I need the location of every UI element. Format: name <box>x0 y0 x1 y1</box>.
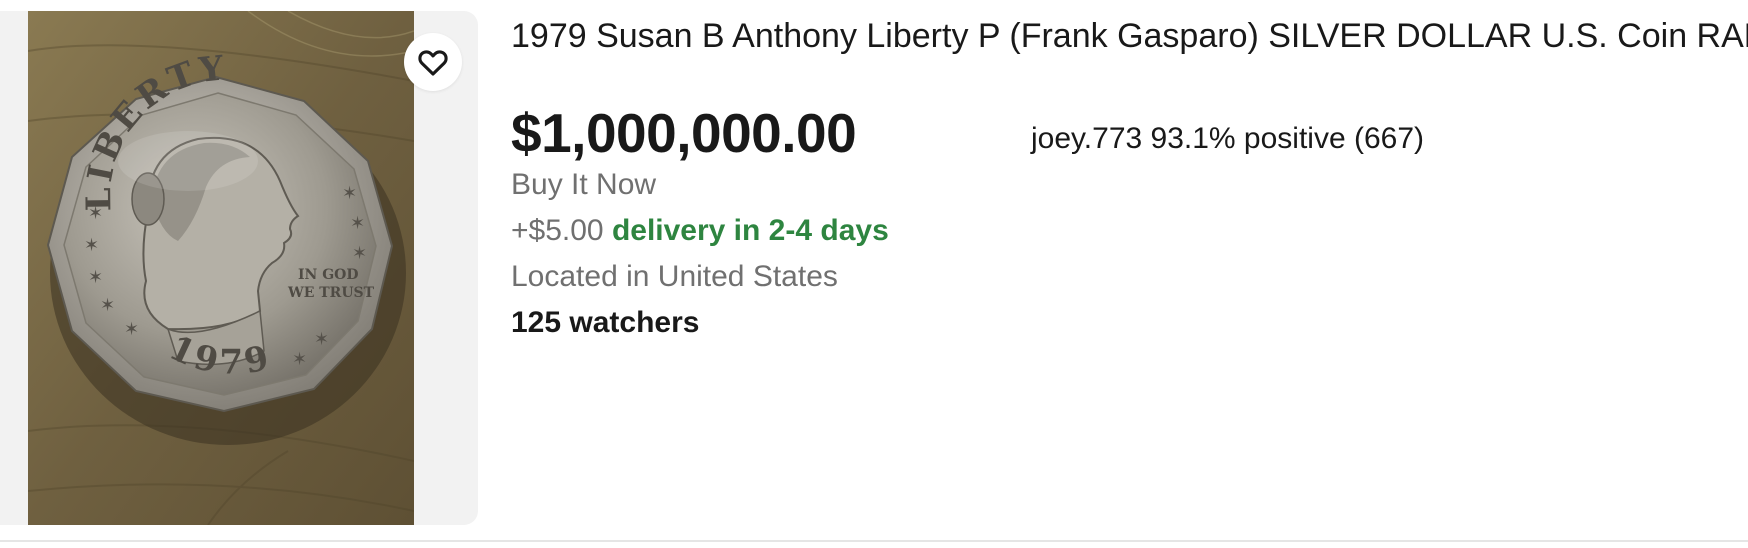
seller-info: joey.773 93.1% positive (667) <box>1031 122 1425 155</box>
watch-heart-button[interactable] <box>404 33 462 91</box>
listing-divider <box>0 540 1748 542</box>
svg-text:✶: ✶ <box>350 213 365 234</box>
listing-photo[interactable]: LIBERTY 1979 IN GOD WE TRUST ✶ ✶ ✶ ✶ ✶ ✶… <box>28 11 414 525</box>
svg-text:✶: ✶ <box>352 243 367 264</box>
svg-text:✶: ✶ <box>342 183 357 204</box>
listing-card: LIBERTY 1979 IN GOD WE TRUST ✶ ✶ ✶ ✶ ✶ ✶… <box>0 0 1748 548</box>
item-location: Located in United States <box>511 260 838 293</box>
svg-text:✶: ✶ <box>88 267 103 288</box>
svg-text:✶: ✶ <box>88 203 103 224</box>
svg-text:✶: ✶ <box>314 329 329 350</box>
coin-motto-line-1: IN GOD <box>298 267 359 283</box>
coin-motto-line-2: WE TRUST <box>287 285 375 301</box>
svg-text:✶: ✶ <box>292 349 307 370</box>
svg-text:✶: ✶ <box>100 295 115 316</box>
purchase-format: Buy It Now <box>511 168 657 201</box>
svg-text:✶: ✶ <box>124 319 139 340</box>
shipping-cost: +$5.00 <box>511 214 604 247</box>
image-panel: LIBERTY 1979 IN GOD WE TRUST ✶ ✶ ✶ ✶ ✶ ✶… <box>0 11 478 525</box>
shipping-info: +$5.00 delivery in 2-4 days <box>511 211 889 251</box>
heart-outline-icon <box>418 50 448 76</box>
watchers-count: 125 watchers <box>511 306 700 339</box>
listing-price: $1,000,000.00 <box>511 102 857 164</box>
svg-text:✶: ✶ <box>84 235 99 256</box>
delivery-estimate: delivery in 2-4 days <box>611 214 889 247</box>
listing-title[interactable]: 1979 Susan B Anthony Liberty P (Frank Ga… <box>511 14 1748 58</box>
